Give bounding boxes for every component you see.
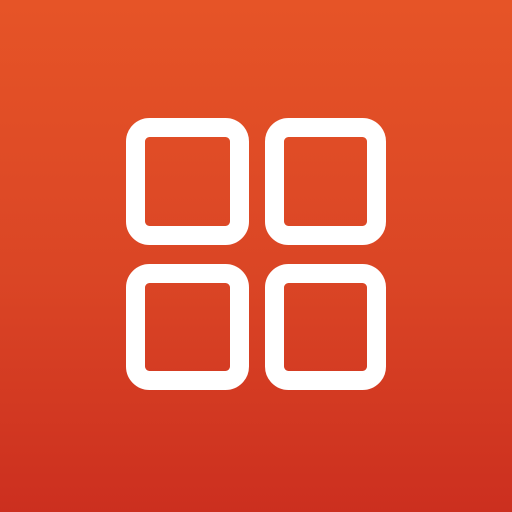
app-icon[interactable] (0, 0, 512, 512)
grid-icon (126, 118, 386, 390)
grid-tile-top-right (265, 118, 386, 245)
grid-tile-bottom-right (265, 264, 386, 390)
grid-tile-bottom-left (126, 264, 249, 390)
grid-tile-top-left (126, 118, 249, 245)
